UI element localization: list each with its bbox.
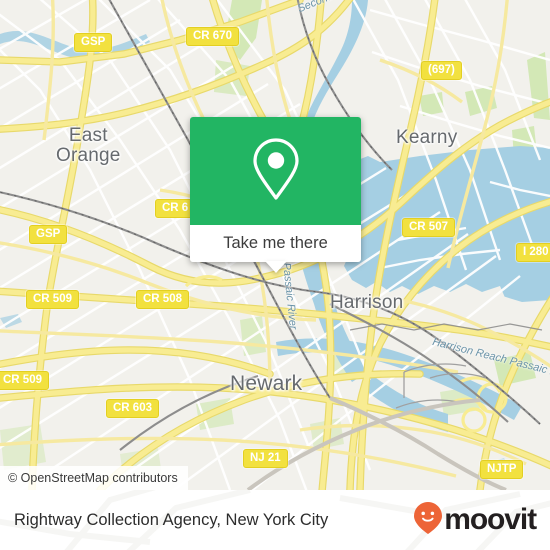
shield-cr-507[interactable]: CR 507 — [402, 218, 455, 237]
shield-cr-509-north[interactable]: CR 509 — [26, 290, 79, 309]
shield-697[interactable]: (697) — [421, 61, 462, 80]
location-popup-card[interactable]: Take me there — [190, 117, 361, 273]
shield-cr-670[interactable]: CR 670 — [186, 27, 239, 46]
shield-cr-509-south[interactable]: CR 509 — [0, 371, 49, 390]
moovit-wordmark: moovit — [444, 503, 537, 536]
popup-pointer-tail — [264, 261, 287, 273]
popup-icon-area — [190, 117, 361, 225]
shield-cr-508[interactable]: CR 508 — [136, 290, 189, 309]
footer-bar: Rightway Collection Agency, New York Cit… — [0, 490, 550, 550]
shield-gsp-west[interactable]: GSP — [29, 225, 68, 244]
shield-cr-603[interactable]: CR 603 — [106, 399, 159, 418]
page-title: Rightway Collection Agency, New York Cit… — [14, 510, 329, 529]
shield-i-280[interactable]: I 280 — [516, 243, 550, 262]
map-attribution[interactable]: © OpenStreetMap contributors — [0, 466, 188, 490]
take-me-there-label: Take me there — [223, 234, 328, 252]
map-screenshot: East Orange Kearny Harrison Newark Secon… — [0, 0, 550, 550]
map-pin-icon — [251, 136, 301, 207]
moovit-pin-smile-icon — [413, 501, 443, 540]
shield-njtp[interactable]: NJTP — [480, 460, 524, 479]
take-me-there-button[interactable]: Take me there — [190, 225, 361, 262]
shield-nj-21[interactable]: NJ 21 — [243, 449, 288, 468]
shield-gsp-north[interactable]: GSP — [74, 33, 113, 52]
moovit-logo[interactable]: moovit — [413, 501, 537, 540]
